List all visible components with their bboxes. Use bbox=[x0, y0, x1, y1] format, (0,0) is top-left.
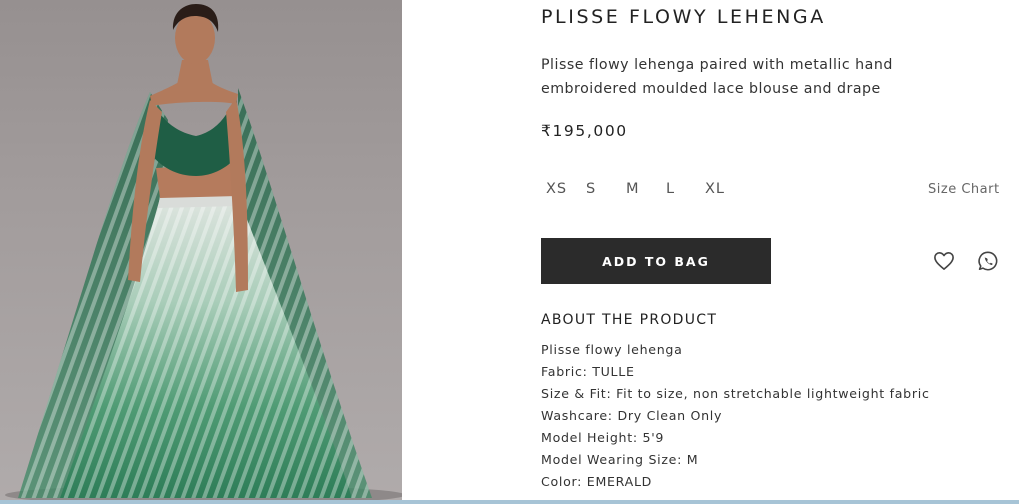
about-item: Size & Fit: Fit to size, non stretchable… bbox=[541, 386, 930, 401]
bottom-strip bbox=[0, 500, 1019, 504]
whatsapp-icon[interactable] bbox=[975, 248, 1001, 274]
product-title: PLISSE FLOWY LEHENGA bbox=[541, 6, 826, 28]
size-option-xl[interactable]: XL bbox=[705, 181, 725, 197]
size-option-m[interactable]: M bbox=[626, 181, 640, 197]
model-illustration bbox=[5, 4, 402, 500]
about-product-list: Plisse flowy lehenga Fabric: TULLE Size … bbox=[541, 339, 930, 493]
about-item: Plisse flowy lehenga bbox=[541, 342, 683, 357]
about-item: Color: EMERALD bbox=[541, 474, 653, 489]
about-item: Fabric: TULLE bbox=[541, 364, 635, 379]
size-option-xs[interactable]: XS bbox=[546, 181, 567, 197]
product-image[interactable] bbox=[0, 0, 402, 500]
about-item: Model Wearing Size: M bbox=[541, 452, 699, 467]
product-price: ₹195,000 bbox=[541, 122, 628, 140]
about-product-heading: ABOUT THE PRODUCT bbox=[541, 312, 718, 328]
about-item: Washcare: Dry Clean Only bbox=[541, 408, 723, 423]
size-option-s[interactable]: S bbox=[586, 181, 596, 197]
about-item: Model Height: 5'9 bbox=[541, 430, 665, 445]
add-to-bag-button[interactable]: ADD TO BAG bbox=[541, 238, 771, 284]
size-option-l[interactable]: L bbox=[666, 181, 675, 197]
heart-icon[interactable] bbox=[931, 248, 957, 274]
product-description: Plisse flowy lehenga paired with metalli… bbox=[541, 57, 893, 97]
size-chart-link[interactable]: Size Chart bbox=[928, 182, 1000, 197]
